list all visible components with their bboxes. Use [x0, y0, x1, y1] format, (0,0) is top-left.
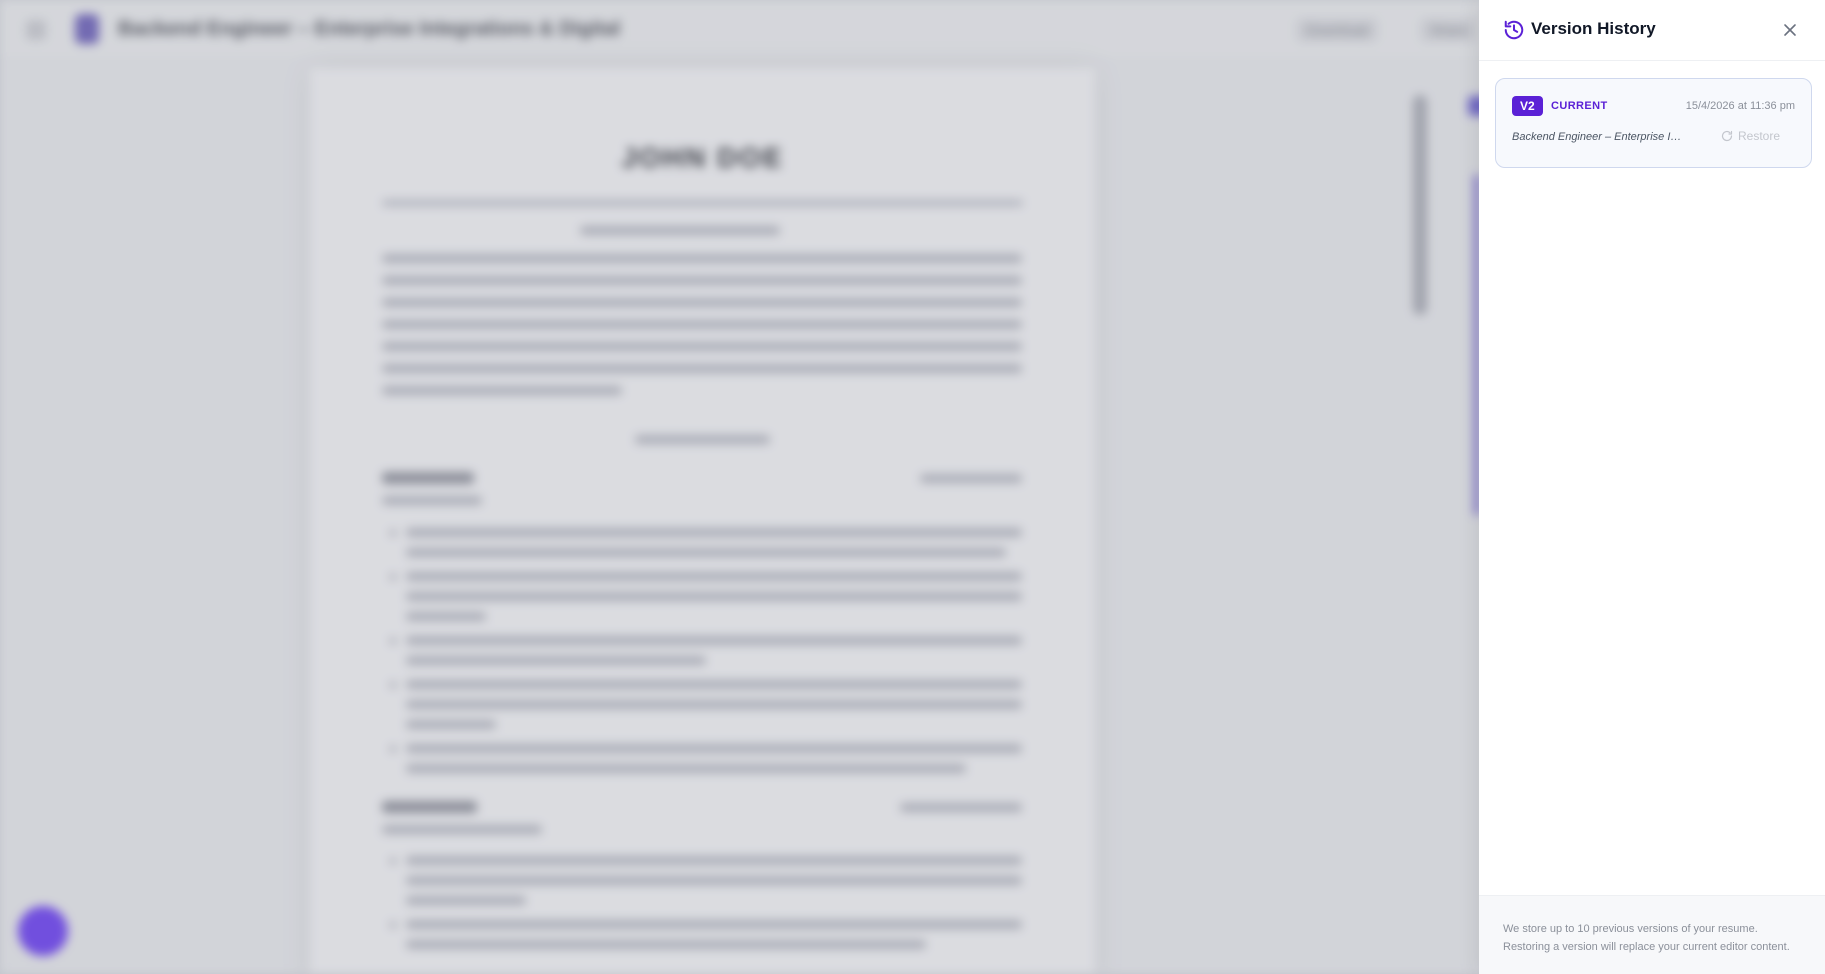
- footer-line-2: Restoring a version will replace your cu…: [1503, 941, 1790, 953]
- footer-note: We store up to 10 previous versions of y…: [1503, 920, 1803, 956]
- version-timestamp: 15/4/2026 at 11:36 pm: [1685, 100, 1795, 112]
- restore-button[interactable]: Restore: [1721, 129, 1780, 143]
- close-icon: [1784, 24, 1796, 36]
- history-icon: [1504, 20, 1524, 40]
- panel-footer: We store up to 10 previous versions of y…: [1479, 895, 1825, 974]
- version-description: Backend Engineer – Enterprise Integratio…: [1512, 131, 1687, 143]
- version-badge: V2: [1512, 96, 1543, 116]
- version-history-panel: Version History V2 CURRENT 15/4/2026 at …: [1479, 0, 1825, 974]
- refresh-icon: [1721, 130, 1733, 142]
- footer-line-1: We store up to 10 previous versions of y…: [1503, 923, 1758, 935]
- close-button[interactable]: [1777, 17, 1803, 43]
- panel-title: Version History: [1531, 19, 1656, 38]
- panel-header: Version History: [1479, 0, 1825, 61]
- restore-label: Restore: [1738, 129, 1781, 143]
- version-card[interactable]: V2 CURRENT 15/4/2026 at 11:36 pm Backend…: [1495, 78, 1812, 168]
- current-label: CURRENT: [1551, 100, 1608, 112]
